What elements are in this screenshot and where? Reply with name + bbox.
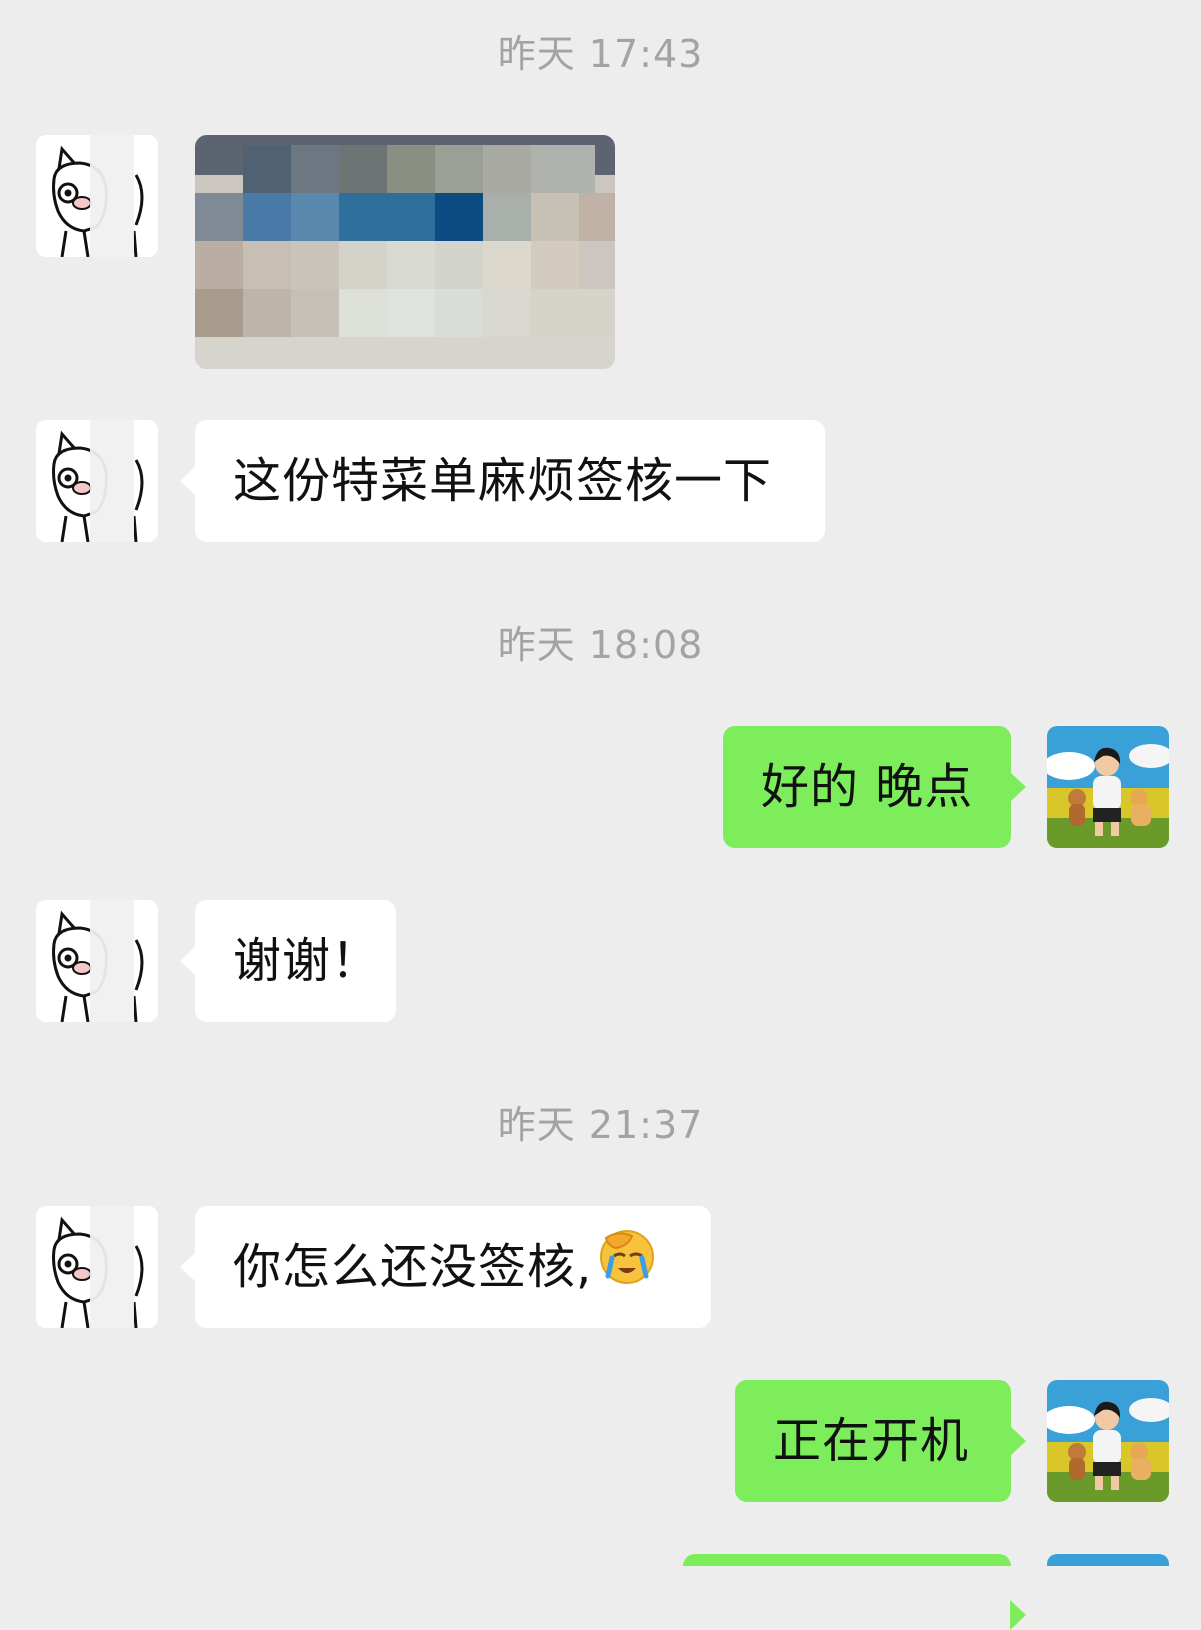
image-message[interactable] <box>195 135 615 369</box>
timestamp: 昨天 21:37 <box>497 1103 704 1147</box>
boy-with-dogs-icon <box>1047 726 1169 848</box>
pig-icon <box>36 135 158 257</box>
contact-avatar[interactable] <box>36 1206 158 1328</box>
boy-with-dogs-icon <box>1047 1380 1169 1502</box>
face-palm-crying-emoji-icon <box>598 1209 656 1331</box>
contact-avatar[interactable] <box>36 135 158 257</box>
self-avatar[interactable] <box>1047 1380 1169 1502</box>
self-avatar[interactable] <box>1047 1554 1169 1566</box>
incoming-message-bubble[interactable]: 谢谢！ <box>180 900 396 1022</box>
pig-icon <box>36 900 158 1022</box>
pig-icon <box>36 1206 158 1328</box>
outgoing-message-bubble-partial[interactable] <box>683 1554 1026 1630</box>
incoming-message-bubble[interactable]: 这份特菜单麻烦签核一下 <box>180 420 825 542</box>
message-text: 这份特菜单麻烦签核一下 <box>233 453 773 509</box>
contact-avatar[interactable] <box>36 900 158 1022</box>
incoming-message-bubble[interactable]: 你怎么还没签核, <box>180 1206 711 1331</box>
boy-with-dogs-icon <box>1047 1554 1169 1566</box>
message-text: 好的 晚点 <box>761 759 974 815</box>
pig-icon <box>36 420 158 542</box>
self-avatar[interactable] <box>1047 726 1169 848</box>
message-text: 正在开机 <box>773 1413 970 1469</box>
blurred-image-icon <box>195 135 615 369</box>
contact-avatar[interactable] <box>36 420 158 542</box>
outgoing-message-bubble[interactable]: 正在开机 <box>735 1380 1026 1502</box>
timestamp: 昨天 17:43 <box>497 32 704 76</box>
outgoing-message-bubble[interactable]: 好的 晚点 <box>723 726 1026 848</box>
message-text: 你怎么还没签核, <box>233 1239 593 1295</box>
message-text: 谢谢！ <box>233 933 381 989</box>
timestamp: 昨天 18:08 <box>497 623 704 667</box>
